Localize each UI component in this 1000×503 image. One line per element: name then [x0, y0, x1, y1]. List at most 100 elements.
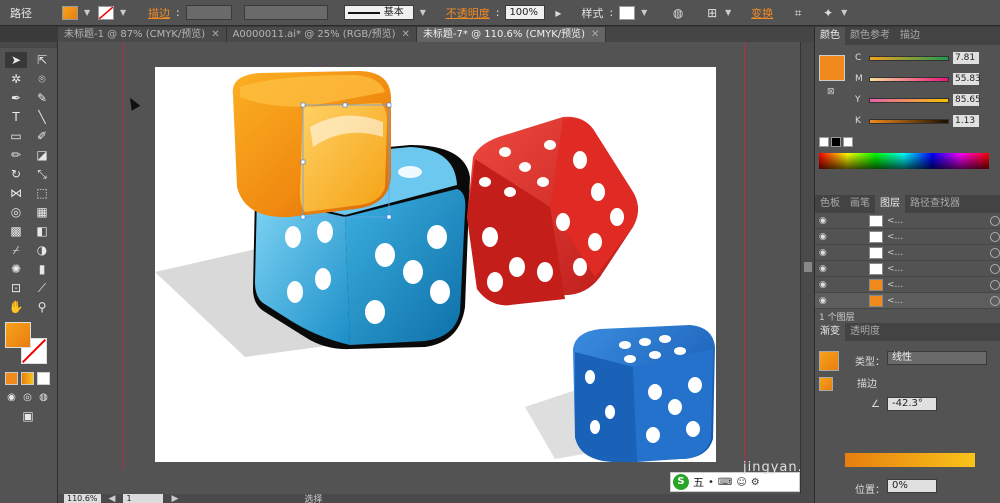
vertical-scrollbar[interactable] [800, 42, 814, 494]
line-tool-icon[interactable]: ╲ [31, 109, 53, 125]
fill-box[interactable] [5, 322, 31, 348]
layer-row[interactable]: ◉ <... [815, 277, 1000, 293]
pen-tool-icon[interactable]: ✒ [5, 90, 27, 106]
chevron-down-icon[interactable]: ▼ [120, 6, 128, 20]
ime-keyboard-icon[interactable]: ⌨ [718, 477, 732, 488]
layer-row[interactable]: ◉ <... [815, 213, 1000, 229]
white-swatch[interactable] [843, 137, 853, 147]
eye-icon[interactable]: ◉ [819, 280, 831, 290]
eye-icon[interactable]: ◉ [819, 216, 831, 226]
mesh-tool-icon[interactable]: ▩ [5, 223, 27, 239]
slice-tool-icon[interactable]: ⟋ [31, 280, 53, 296]
lock-icon[interactable]: ⊠ [827, 87, 835, 97]
symbol-sprayer-tool-icon[interactable]: ✺ [5, 261, 27, 277]
position-field[interactable]: 0% [887, 479, 937, 493]
tab-pathfinder[interactable]: 路径查找器 [905, 195, 965, 213]
canvas-workspace[interactable]: S 五 • ⌨ ☺ ⚙ jingyan.baidu.com [58, 42, 879, 494]
variable-width-profile[interactable] [243, 5, 328, 20]
perspective-grid-tool-icon[interactable]: ▦ [31, 204, 53, 220]
eyedropper-tool-icon[interactable]: ⌿ [5, 242, 27, 258]
rectangle-tool-icon[interactable]: ▭ [5, 128, 27, 144]
chevron-down-icon[interactable]: ▼ [841, 6, 849, 20]
scale-tool-icon[interactable]: ⤡ [31, 166, 53, 182]
lasso-tool-icon[interactable]: ⌾ [31, 71, 53, 87]
target-icon[interactable] [990, 263, 1000, 274]
target-icon[interactable] [990, 279, 1000, 290]
stroke-weight-field[interactable] [185, 5, 232, 20]
pencil-tool-icon[interactable]: ✏ [5, 147, 27, 163]
magic-wand-tool-icon[interactable]: ✲ [5, 71, 27, 87]
black-value-field[interactable]: 1.13 [953, 115, 979, 127]
curvature-tool-icon[interactable]: ✎ [31, 90, 53, 106]
isolate-icon[interactable]: ⌗ [791, 6, 805, 20]
layer-row[interactable]: ◉ <... [815, 245, 1000, 261]
eraser-tool-icon[interactable]: ◪ [31, 147, 53, 163]
eye-icon[interactable]: ◉ [819, 248, 831, 258]
chevron-right-icon[interactable]: ▸ [551, 6, 565, 20]
stroke-swatch[interactable] [98, 5, 114, 20]
tab-stroke[interactable]: 描边 [895, 27, 925, 45]
scroll-thumb[interactable] [804, 262, 812, 272]
color-button[interactable] [5, 372, 18, 385]
ime-punct-icon[interactable]: • [708, 477, 714, 488]
tab-color-guide[interactable]: 颜色参考 [845, 27, 895, 45]
chevron-down-icon[interactable]: ▼ [641, 6, 649, 20]
chevron-right-icon[interactable]: ▶ [171, 494, 178, 503]
opacity-field[interactable]: 100% [505, 5, 546, 20]
current-fill-swatch[interactable] [819, 55, 845, 81]
layer-row[interactable]: ◉ <... [815, 229, 1000, 245]
artboard-tool-icon[interactable]: ⊡ [5, 280, 27, 296]
blend-tool-icon[interactable]: ◑ [31, 242, 53, 258]
layer-name[interactable]: <... [887, 296, 986, 306]
target-icon[interactable] [990, 295, 1000, 306]
layer-name[interactable]: <... [887, 280, 986, 290]
direct-selection-tool-icon[interactable]: ⇱ [31, 52, 53, 68]
none-swatch[interactable] [819, 137, 829, 147]
black-slider[interactable] [869, 118, 949, 124]
chevron-down-icon[interactable]: ▼ [420, 6, 428, 20]
layer-name[interactable]: <... [887, 216, 986, 226]
graphic-style-swatch[interactable] [619, 5, 636, 20]
cyan-slider[interactable] [869, 55, 949, 61]
align-icon[interactable]: ⊞ [705, 6, 719, 20]
magenta-value-field[interactable]: 55.83 [953, 73, 981, 85]
cyan-value-field[interactable]: 7.81 [953, 52, 979, 64]
gradient-tool-icon[interactable]: ◧ [31, 223, 53, 239]
tab-gradient[interactable]: 渐变 [815, 323, 845, 341]
zoom-field[interactable]: 110.6% [64, 494, 101, 503]
tab-document-2[interactable]: A0000011.ai* @ 25% (RGB/预览) ✕ [226, 27, 417, 42]
layer-name[interactable]: <... [887, 248, 986, 258]
eye-icon[interactable]: ◉ [819, 232, 831, 242]
eye-icon[interactable]: ◉ [819, 296, 831, 306]
layer-row[interactable]: ◉ <... [815, 261, 1000, 277]
draw-normal-icon[interactable]: ◉ [5, 390, 18, 406]
yellow-slider[interactable] [869, 97, 949, 103]
zoom-tool-icon[interactable]: ⚲ [31, 299, 53, 315]
paintbrush-tool-icon[interactable]: ✐ [31, 128, 53, 144]
black-swatch[interactable] [831, 137, 841, 147]
ime-settings-icon[interactable]: ⚙ [751, 477, 760, 488]
chevron-left-icon[interactable]: ◀ [109, 494, 116, 503]
color-spectrum[interactable] [819, 153, 989, 169]
flip-icon[interactable]: ✦ [821, 6, 835, 20]
none-button[interactable] [37, 372, 50, 385]
angle-field[interactable]: -42.3° [887, 397, 937, 411]
tab-document-3[interactable]: 未标题-7* @ 110.6% (CMYK/预览) ✕ [416, 27, 607, 42]
column-graph-tool-icon[interactable]: ▮ [31, 261, 53, 277]
close-icon[interactable]: ✕ [211, 27, 219, 42]
gradient-swatch[interactable] [819, 351, 839, 371]
layer-name[interactable]: <... [887, 264, 986, 274]
draw-inside-icon[interactable]: ◍ [37, 390, 50, 406]
tab-transparency[interactable]: 透明度 [845, 323, 885, 341]
rotate-tool-icon[interactable]: ↻ [5, 166, 27, 182]
gradient-type-select[interactable]: 线性 [887, 351, 987, 365]
gradient-button[interactable] [21, 372, 34, 385]
width-tool-icon[interactable]: ⋈ [5, 185, 27, 201]
tab-brushes[interactable]: 画笔 [845, 195, 875, 213]
sogou-logo-icon[interactable]: S [673, 474, 689, 490]
selection-tool-icon[interactable]: ➤ [5, 52, 27, 68]
type-tool-icon[interactable]: T [5, 109, 27, 125]
opacity-link[interactable]: 不透明度 [446, 5, 490, 21]
close-icon[interactable]: ✕ [402, 27, 410, 42]
layer-row-selected[interactable]: ◉ <... [815, 293, 1000, 309]
